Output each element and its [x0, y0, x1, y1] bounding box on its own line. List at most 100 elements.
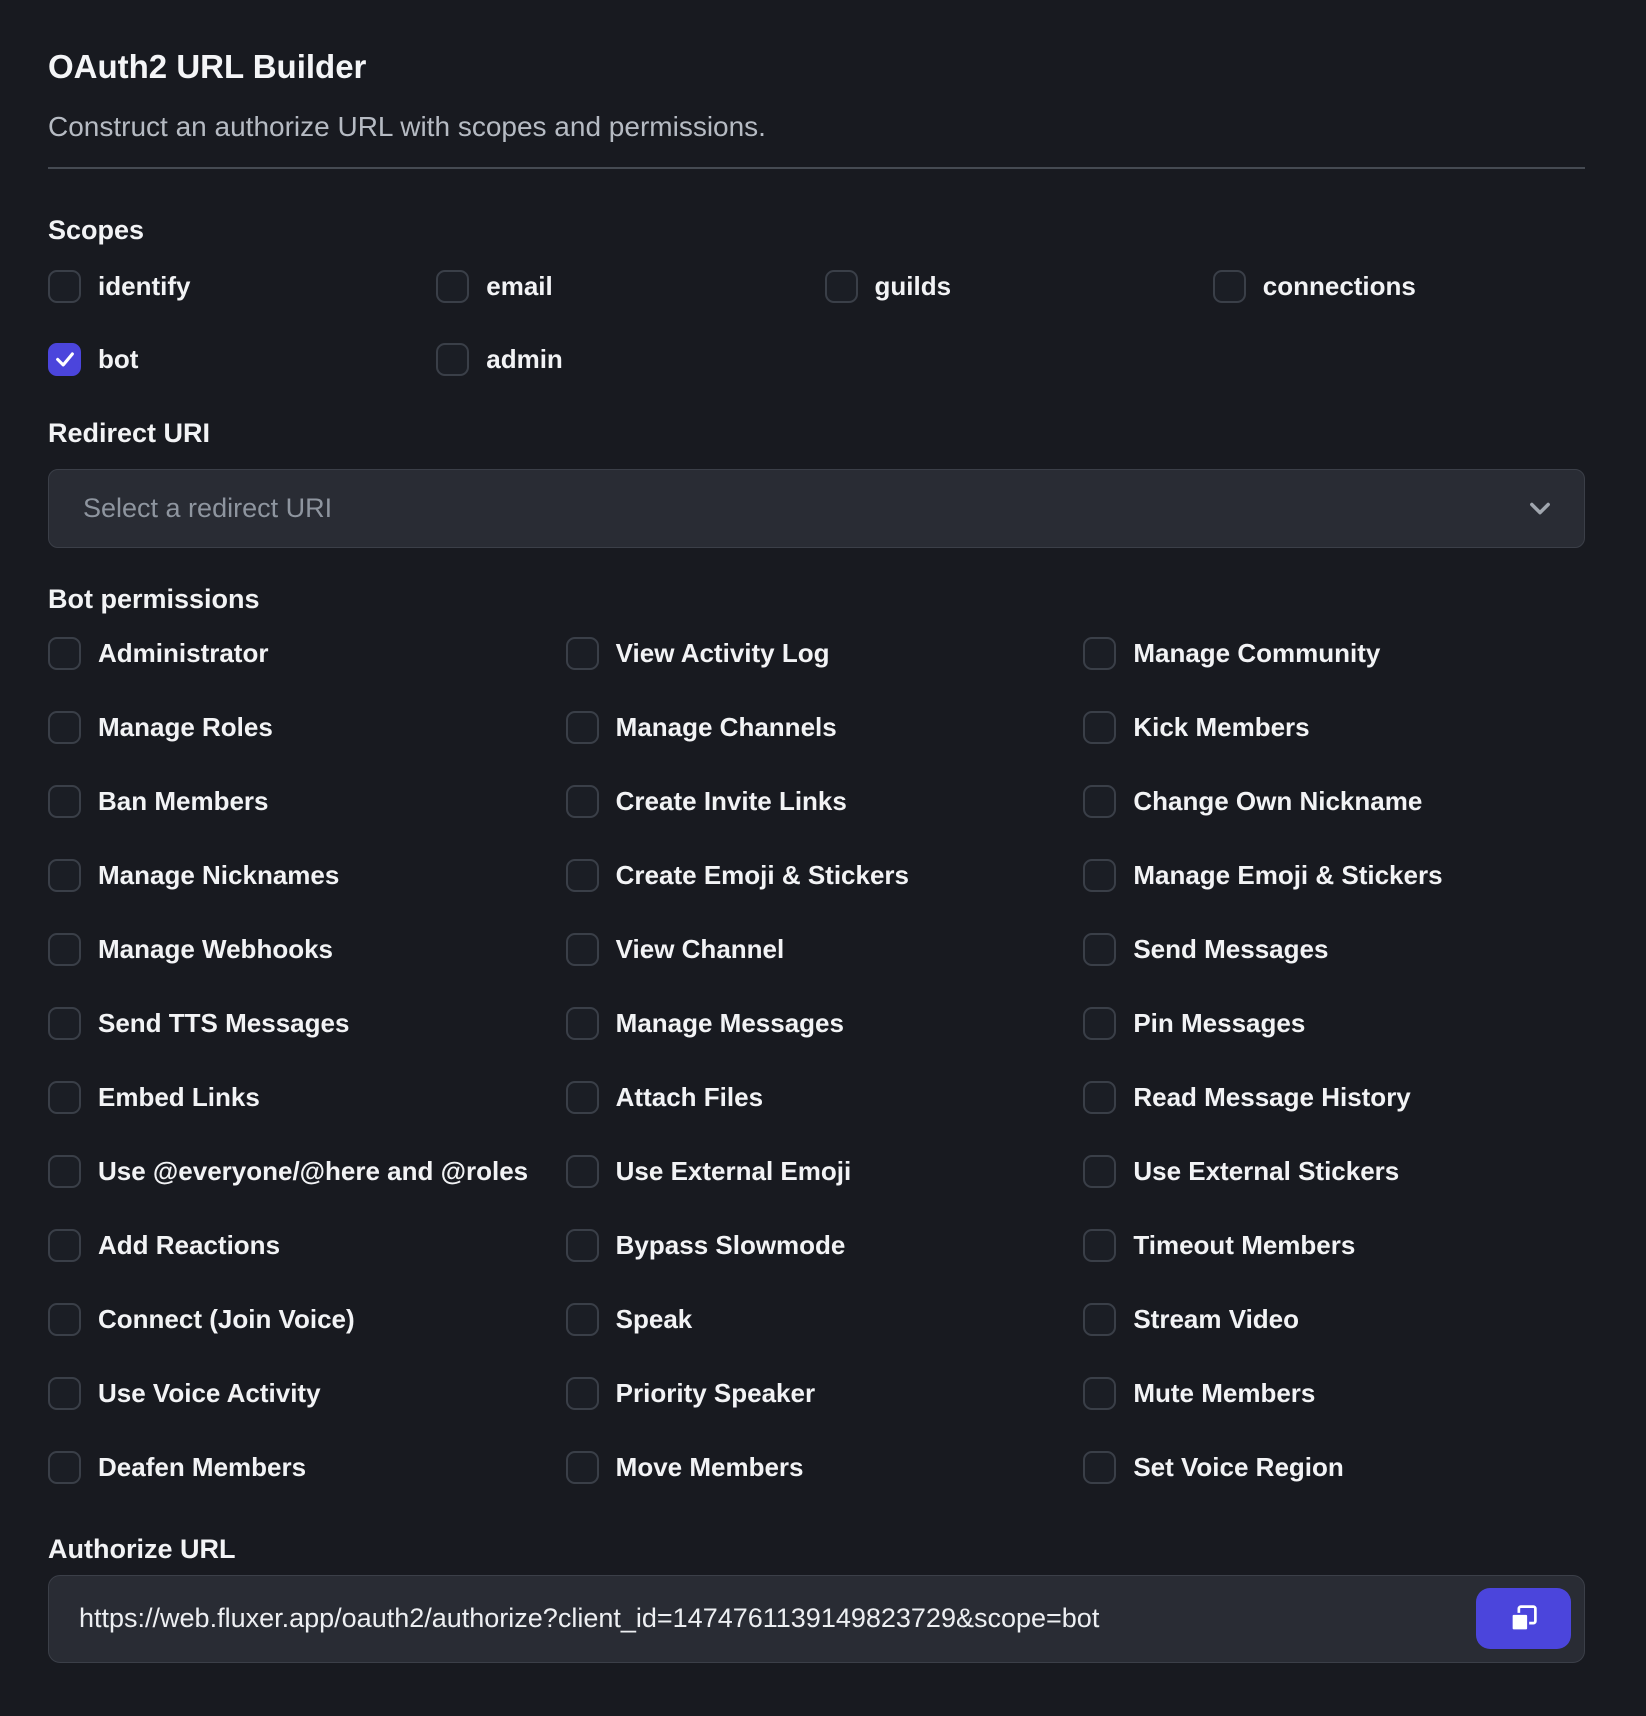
permission-checkbox-send-messages[interactable]: Send Messages [1083, 933, 1585, 966]
scopes-heading: Scopes [48, 215, 1585, 246]
checkbox[interactable] [48, 859, 81, 892]
checkbox[interactable] [566, 1007, 599, 1040]
permission-checkbox-administrator[interactable]: Administrator [48, 637, 550, 670]
checkbox-label: Manage Roles [98, 712, 273, 743]
permission-checkbox-ban-members[interactable]: Ban Members [48, 785, 550, 818]
permission-checkbox-use-voice-activity[interactable]: Use Voice Activity [48, 1377, 550, 1410]
checkbox[interactable] [1083, 1155, 1116, 1188]
scope-checkbox-guilds[interactable]: guilds [825, 270, 1197, 303]
checkbox[interactable] [436, 343, 469, 376]
checkbox[interactable] [566, 1229, 599, 1262]
checkbox[interactable] [566, 1155, 599, 1188]
checkbox[interactable] [1083, 1451, 1116, 1484]
checkbox[interactable] [566, 1451, 599, 1484]
permission-checkbox-manage-nicknames[interactable]: Manage Nicknames [48, 859, 550, 892]
checkbox[interactable] [48, 1451, 81, 1484]
permission-checkbox-attach-files[interactable]: Attach Files [566, 1081, 1068, 1114]
checkbox[interactable] [1083, 1007, 1116, 1040]
checkbox[interactable] [48, 1081, 81, 1114]
checkbox[interactable] [566, 1303, 599, 1336]
checkbox[interactable] [48, 343, 81, 376]
permission-checkbox-embed-links[interactable]: Embed Links [48, 1081, 550, 1114]
checkbox[interactable] [48, 1155, 81, 1188]
permission-checkbox-kick-members[interactable]: Kick Members [1083, 711, 1585, 744]
permission-checkbox-read-message-history[interactable]: Read Message History [1083, 1081, 1585, 1114]
permission-checkbox-set-voice-region[interactable]: Set Voice Region [1083, 1451, 1585, 1484]
checkbox[interactable] [566, 1377, 599, 1410]
scope-checkbox-identify[interactable]: identify [48, 270, 420, 303]
checkbox-label: Use External Emoji [616, 1156, 852, 1187]
checkbox[interactable] [48, 1303, 81, 1336]
permission-checkbox-speak[interactable]: Speak [566, 1303, 1068, 1336]
checkbox[interactable] [1083, 711, 1116, 744]
permission-checkbox-use-external-emoji[interactable]: Use External Emoji [566, 1155, 1068, 1188]
permission-checkbox-create-emoji-stickers[interactable]: Create Emoji & Stickers [566, 859, 1068, 892]
checkbox-label: Use @everyone/@here and @roles [98, 1156, 528, 1187]
permission-checkbox-manage-messages[interactable]: Manage Messages [566, 1007, 1068, 1040]
checkbox[interactable] [1083, 1303, 1116, 1336]
permission-checkbox-view-activity-log[interactable]: View Activity Log [566, 637, 1068, 670]
checkbox[interactable] [48, 1007, 81, 1040]
checkbox[interactable] [566, 859, 599, 892]
checkbox[interactable] [566, 1081, 599, 1114]
checkbox[interactable] [825, 270, 858, 303]
permission-checkbox-manage-roles[interactable]: Manage Roles [48, 711, 550, 744]
checkbox[interactable] [436, 270, 469, 303]
checkbox[interactable] [566, 785, 599, 818]
checkbox[interactable] [566, 711, 599, 744]
scope-checkbox-email[interactable]: email [436, 270, 808, 303]
permission-checkbox-manage-webhooks[interactable]: Manage Webhooks [48, 933, 550, 966]
checkbox[interactable] [1083, 637, 1116, 670]
permission-checkbox-manage-community[interactable]: Manage Community [1083, 637, 1585, 670]
permission-checkbox-pin-messages[interactable]: Pin Messages [1083, 1007, 1585, 1040]
scope-checkbox-connections[interactable]: connections [1213, 270, 1585, 303]
permission-checkbox-create-invite-links[interactable]: Create Invite Links [566, 785, 1068, 818]
permission-checkbox-connect-join-voice[interactable]: Connect (Join Voice) [48, 1303, 550, 1336]
redirect-uri-heading: Redirect URI [48, 418, 1585, 449]
checkbox-label: View Activity Log [616, 638, 830, 669]
scope-checkbox-admin[interactable]: admin [436, 343, 808, 376]
checkbox[interactable] [566, 637, 599, 670]
permission-checkbox-bypass-slowmode[interactable]: Bypass Slowmode [566, 1229, 1068, 1262]
permission-checkbox-stream-video[interactable]: Stream Video [1083, 1303, 1585, 1336]
chevron-down-icon [1526, 494, 1554, 522]
permission-checkbox-change-own-nickname[interactable]: Change Own Nickname [1083, 785, 1585, 818]
oauth2-url-builder-page: OAuth2 URL Builder Construct an authoriz… [0, 0, 1646, 1716]
checkbox-label: Speak [616, 1304, 693, 1335]
permission-checkbox-manage-emoji-stickers[interactable]: Manage Emoji & Stickers [1083, 859, 1585, 892]
permission-checkbox-move-members[interactable]: Move Members [566, 1451, 1068, 1484]
checkbox-label: Timeout Members [1133, 1230, 1355, 1261]
checkbox[interactable] [48, 785, 81, 818]
checkbox[interactable] [48, 933, 81, 966]
permission-checkbox-send-tts-messages[interactable]: Send TTS Messages [48, 1007, 550, 1040]
checkbox[interactable] [1083, 1081, 1116, 1114]
checkmark-icon [54, 348, 76, 370]
checkbox[interactable] [1083, 859, 1116, 892]
checkbox[interactable] [1083, 933, 1116, 966]
permission-checkbox-timeout-members[interactable]: Timeout Members [1083, 1229, 1585, 1262]
scope-checkbox-bot[interactable]: bot [48, 343, 420, 376]
permission-checkbox-add-reactions[interactable]: Add Reactions [48, 1229, 550, 1262]
checkbox-label: Create Invite Links [616, 786, 847, 817]
permission-checkbox-deafen-members[interactable]: Deafen Members [48, 1451, 550, 1484]
checkbox[interactable] [48, 1229, 81, 1262]
permission-checkbox-priority-speaker[interactable]: Priority Speaker [566, 1377, 1068, 1410]
permission-checkbox-use-external-stickers[interactable]: Use External Stickers [1083, 1155, 1585, 1188]
checkbox[interactable] [566, 933, 599, 966]
permission-checkbox-use-everyone-here-and-roles[interactable]: Use @everyone/@here and @roles [48, 1155, 550, 1188]
checkbox[interactable] [1083, 1229, 1116, 1262]
permission-checkbox-mute-members[interactable]: Mute Members [1083, 1377, 1585, 1410]
checkbox[interactable] [1083, 1377, 1116, 1410]
copy-url-button[interactable] [1476, 1588, 1571, 1649]
divider [48, 167, 1585, 169]
checkbox[interactable] [1083, 785, 1116, 818]
checkbox-label: Manage Nicknames [98, 860, 339, 891]
checkbox[interactable] [48, 711, 81, 744]
checkbox[interactable] [48, 637, 81, 670]
permission-checkbox-manage-channels[interactable]: Manage Channels [566, 711, 1068, 744]
redirect-uri-select[interactable]: Select a redirect URI [48, 469, 1585, 548]
checkbox[interactable] [1213, 270, 1246, 303]
checkbox[interactable] [48, 1377, 81, 1410]
permission-checkbox-view-channel[interactable]: View Channel [566, 933, 1068, 966]
checkbox[interactable] [48, 270, 81, 303]
